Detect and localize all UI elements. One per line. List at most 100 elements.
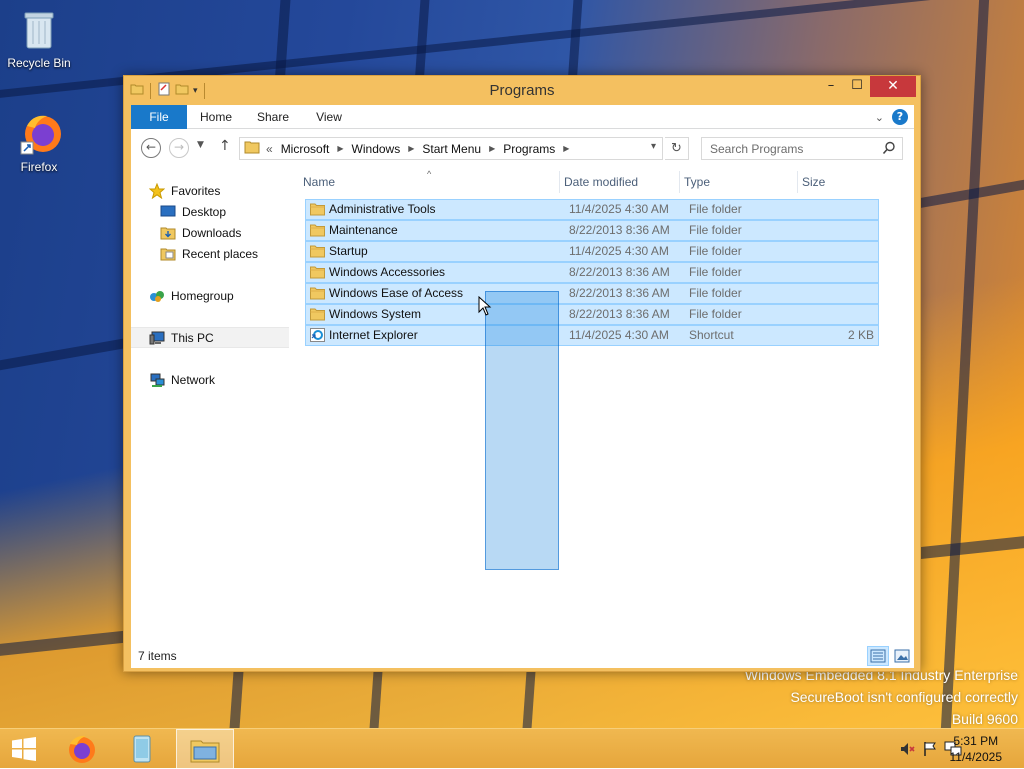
windows-logo-icon (12, 737, 36, 761)
taskbar-firefox[interactable] (58, 729, 104, 769)
file-type: File folder (689, 286, 742, 300)
back-button[interactable]: ← (141, 138, 161, 158)
close-button[interactable]: ✕ (870, 76, 916, 97)
file-date-modified: 8/22/2013 8:36 AM (569, 223, 670, 237)
file-name: Startup (329, 244, 368, 258)
nav-this-pc[interactable]: This PC (131, 327, 289, 348)
address-dropdown-icon[interactable]: ▾ (651, 141, 656, 152)
search-input[interactable] (702, 138, 878, 159)
breadcrumb: « Microsoft ▶ Windows ▶ Start Menu ▶ Pro… (244, 138, 577, 159)
file-type: File folder (689, 307, 742, 321)
column-header-label: Name (303, 175, 336, 189)
nav-item-label: Downloads (182, 225, 242, 240)
details-view-button[interactable] (867, 646, 889, 666)
minimize-button[interactable]: – (818, 76, 844, 97)
file-type: File folder (689, 202, 742, 216)
folder-icon (310, 202, 325, 216)
minimize-icon: – (827, 78, 835, 93)
ribbon-tabs: File Home Share View ⌄ ? (131, 105, 914, 129)
tab-share[interactable]: Share (245, 105, 301, 129)
breadcrumb-programs[interactable]: Programs (503, 142, 555, 156)
file-date-modified: 11/4/2025 4:30 AM (569, 202, 669, 216)
breadcrumb-windows[interactable]: Windows (352, 142, 401, 156)
expand-ribbon-icon[interactable]: ⌄ (875, 111, 884, 124)
maximize-button[interactable]: ☐ (844, 76, 870, 97)
search-box[interactable] (701, 137, 903, 160)
taskbar: 5:31 PM 11/4/2025 (0, 728, 1024, 769)
breadcrumb-arrow-icon[interactable]: ▶ (563, 144, 569, 153)
help-icon[interactable]: ? (892, 109, 908, 125)
forward-button[interactable]: → (169, 138, 189, 158)
nav-homegroup[interactable]: Homegroup (131, 285, 289, 306)
nav-desktop[interactable]: Desktop (131, 201, 289, 222)
tablet-icon (133, 735, 151, 763)
file-type: Shortcut (689, 328, 734, 342)
watermark-secureboot: SecureBoot isn't configured correctly (790, 689, 1018, 705)
nav-item-label: Favorites (171, 183, 221, 198)
breadcrumb-microsoft[interactable]: Microsoft (281, 142, 330, 156)
folder-icon (310, 223, 325, 237)
breadcrumb-arrow-icon[interactable]: ▶ (489, 144, 495, 153)
column-header-name[interactable]: ^ Name (299, 169, 557, 195)
file-row[interactable]: Startup 11/4/2025 4:30 AM File folder (305, 241, 879, 262)
breadcrumb-arrow-icon[interactable]: ▶ (408, 144, 414, 153)
desktop-icon-recycle-bin[interactable]: Recycle Bin (1, 8, 77, 70)
watermark-build: Build 9600 (951, 711, 1018, 727)
breadcrumb-overflow[interactable]: « (266, 142, 273, 156)
desktop-icon-firefox[interactable]: Firefox (1, 112, 77, 174)
file-list[interactable]: ^ Name Date modified Type Size Administr… (297, 169, 914, 639)
star-icon (148, 182, 167, 199)
up-arrow-icon[interactable]: ↑ (219, 138, 231, 154)
close-icon: ✕ (887, 78, 899, 94)
file-name: Internet Explorer (329, 328, 418, 342)
firefox-icon (69, 735, 95, 763)
tab-file[interactable]: File (131, 105, 187, 129)
nav-item-label: This PC (171, 330, 214, 345)
folder-icon (310, 307, 325, 321)
file-row[interactable]: Windows System 8/22/2013 8:36 AM File fold… (305, 304, 879, 325)
recent-places-icon (160, 246, 178, 262)
taskbar-file-explorer[interactable] (176, 729, 234, 769)
breadcrumb-arrow-icon[interactable]: ▶ (337, 144, 343, 153)
file-row[interactable]: Internet Explorer 11/4/2025 4:30 AM Shortc… (305, 325, 879, 346)
breadcrumb-start-menu[interactable]: Start Menu (422, 142, 481, 156)
file-date-modified: 11/4/2025 4:30 AM (569, 328, 669, 342)
taskbar-tablet-input[interactable] (118, 729, 164, 769)
file-row[interactable]: Windows Accessories 8/22/2013 8:36 AM File… (305, 262, 879, 283)
start-button[interactable] (0, 729, 50, 769)
nav-network[interactable]: Network (131, 369, 289, 390)
nav-item-label: Desktop (182, 204, 227, 219)
file-row[interactable]: Maintenance 8/22/2013 8:36 AM File folder (305, 220, 879, 241)
tab-view[interactable]: View (303, 105, 355, 129)
column-drag-highlight (485, 291, 559, 570)
file-type: File folder (689, 244, 742, 258)
title-bar[interactable]: ▾ Programs – ☐ ✕ (124, 76, 920, 104)
clock-time: 5:31 PM (953, 734, 999, 748)
sort-ascending-icon: ^ (427, 169, 432, 179)
action-center-flag-icon[interactable] (922, 741, 938, 757)
item-count: 7 items (138, 649, 177, 663)
file-row[interactable]: Administrative Tools 11/4/2025 4:30 AM Fil… (305, 199, 879, 220)
ribbon-controls: ⌄ ? (875, 109, 908, 125)
search-icon[interactable] (882, 141, 896, 158)
file-name: Windows Accessories (329, 265, 446, 279)
nav-recent-places[interactable]: Recent places (131, 243, 289, 264)
column-header-date-modified[interactable]: Date modified (560, 169, 678, 195)
computer-icon (149, 330, 167, 346)
column-header-size[interactable]: Size (798, 169, 878, 195)
nav-downloads[interactable]: Downloads (131, 222, 289, 243)
address-bar[interactable]: « Microsoft ▶ Windows ▶ Start Menu ▶ Pro… (239, 137, 663, 160)
large-icons-view-button[interactable] (891, 646, 913, 666)
recent-locations-icon[interactable]: ▼ (197, 140, 204, 150)
explorer-window[interactable]: ▾ Programs – ☐ ✕ File Home Share View ⌄ … (123, 75, 921, 672)
clock[interactable]: 5:31 PM 11/4/2025 (950, 733, 1003, 765)
column-header-type[interactable]: Type (680, 169, 796, 195)
file-row[interactable]: Windows Ease of Access 8/22/2013 8:36 AM F… (305, 283, 879, 304)
nav-favorites[interactable]: Favorites (131, 180, 289, 201)
windows-watermark: Windows Embedded 8.1 Industry Enterprise… (745, 664, 1018, 728)
navigation-pane: Favorites Desktop Downloads Recent place… (131, 169, 291, 639)
tab-home[interactable]: Home (189, 105, 243, 129)
refresh-button[interactable]: ↻ (665, 137, 689, 160)
volume-muted-icon[interactable] (900, 741, 916, 757)
downloads-icon (160, 225, 178, 241)
